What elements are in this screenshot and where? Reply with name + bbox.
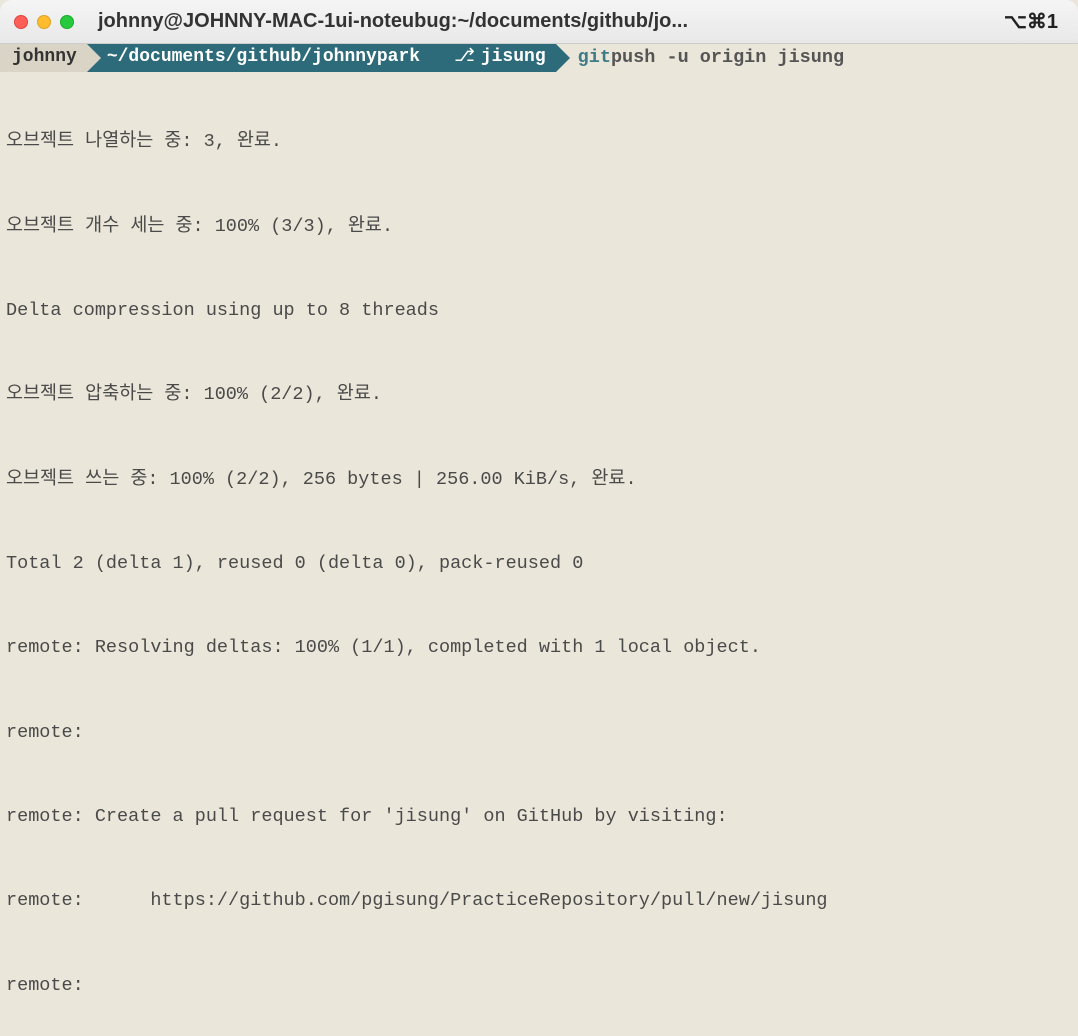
output-line: remote: https://github.com/pgisung/Pract… <box>6 887 1072 915</box>
git-branch-icon: ⎇ <box>454 44 475 71</box>
window-shortcut-indicator: ⌥⌘1 <box>1004 9 1064 34</box>
maximize-button[interactable] <box>60 15 74 29</box>
output-line: remote: Create a pull request for 'jisun… <box>6 803 1072 831</box>
output-line: 오브젝트 개수 세는 중: 100% (3/3), 완료. <box>6 213 1072 241</box>
output-line: remote: Resolving deltas: 100% (1/1), co… <box>6 634 1072 662</box>
output-line: 오브젝트 나열하는 중: 3, 완료. <box>6 128 1072 156</box>
window-title: johnny@JOHNNY-MAC-1ui-noteubug:~/documen… <box>74 10 1004 33</box>
output-line: remote: <box>6 972 1072 1000</box>
prompt-branch-segment: ⎇ jisung <box>430 44 556 72</box>
traffic-lights <box>14 15 74 29</box>
output-line: Delta compression using up to 8 threads <box>6 297 1072 325</box>
command-git: git <box>578 44 611 72</box>
prompt-branch-name: jisung <box>481 44 546 71</box>
titlebar: johnny@JOHNNY-MAC-1ui-noteubug:~/documen… <box>0 0 1078 44</box>
minimize-button[interactable] <box>37 15 51 29</box>
prompt-path-segment: ~/documents/github/johnnypark <box>87 44 430 72</box>
terminal-output: 오브젝트 나열하는 중: 3, 완료. 오브젝트 개수 세는 중: 100% (… <box>0 72 1078 1036</box>
output-line: Total 2 (delta 1), reused 0 (delta 0), p… <box>6 550 1072 578</box>
command-input-area: git push -u origin jisung <box>556 44 844 72</box>
output-line: 오브젝트 압축하는 중: 100% (2/2), 완료. <box>6 381 1072 409</box>
output-line: remote: <box>6 719 1072 747</box>
terminal-body[interactable]: johnny ~/documents/github/johnnypark ⎇ j… <box>0 44 1078 1036</box>
prompt-line-1: johnny ~/documents/github/johnnypark ⎇ j… <box>0 44 1078 72</box>
close-button[interactable] <box>14 15 28 29</box>
command-args: push -u origin jisung <box>611 44 844 72</box>
output-line: 오브젝트 쓰는 중: 100% (2/2), 256 bytes | 256.0… <box>6 466 1072 494</box>
prompt-user-segment: johnny <box>0 44 87 72</box>
